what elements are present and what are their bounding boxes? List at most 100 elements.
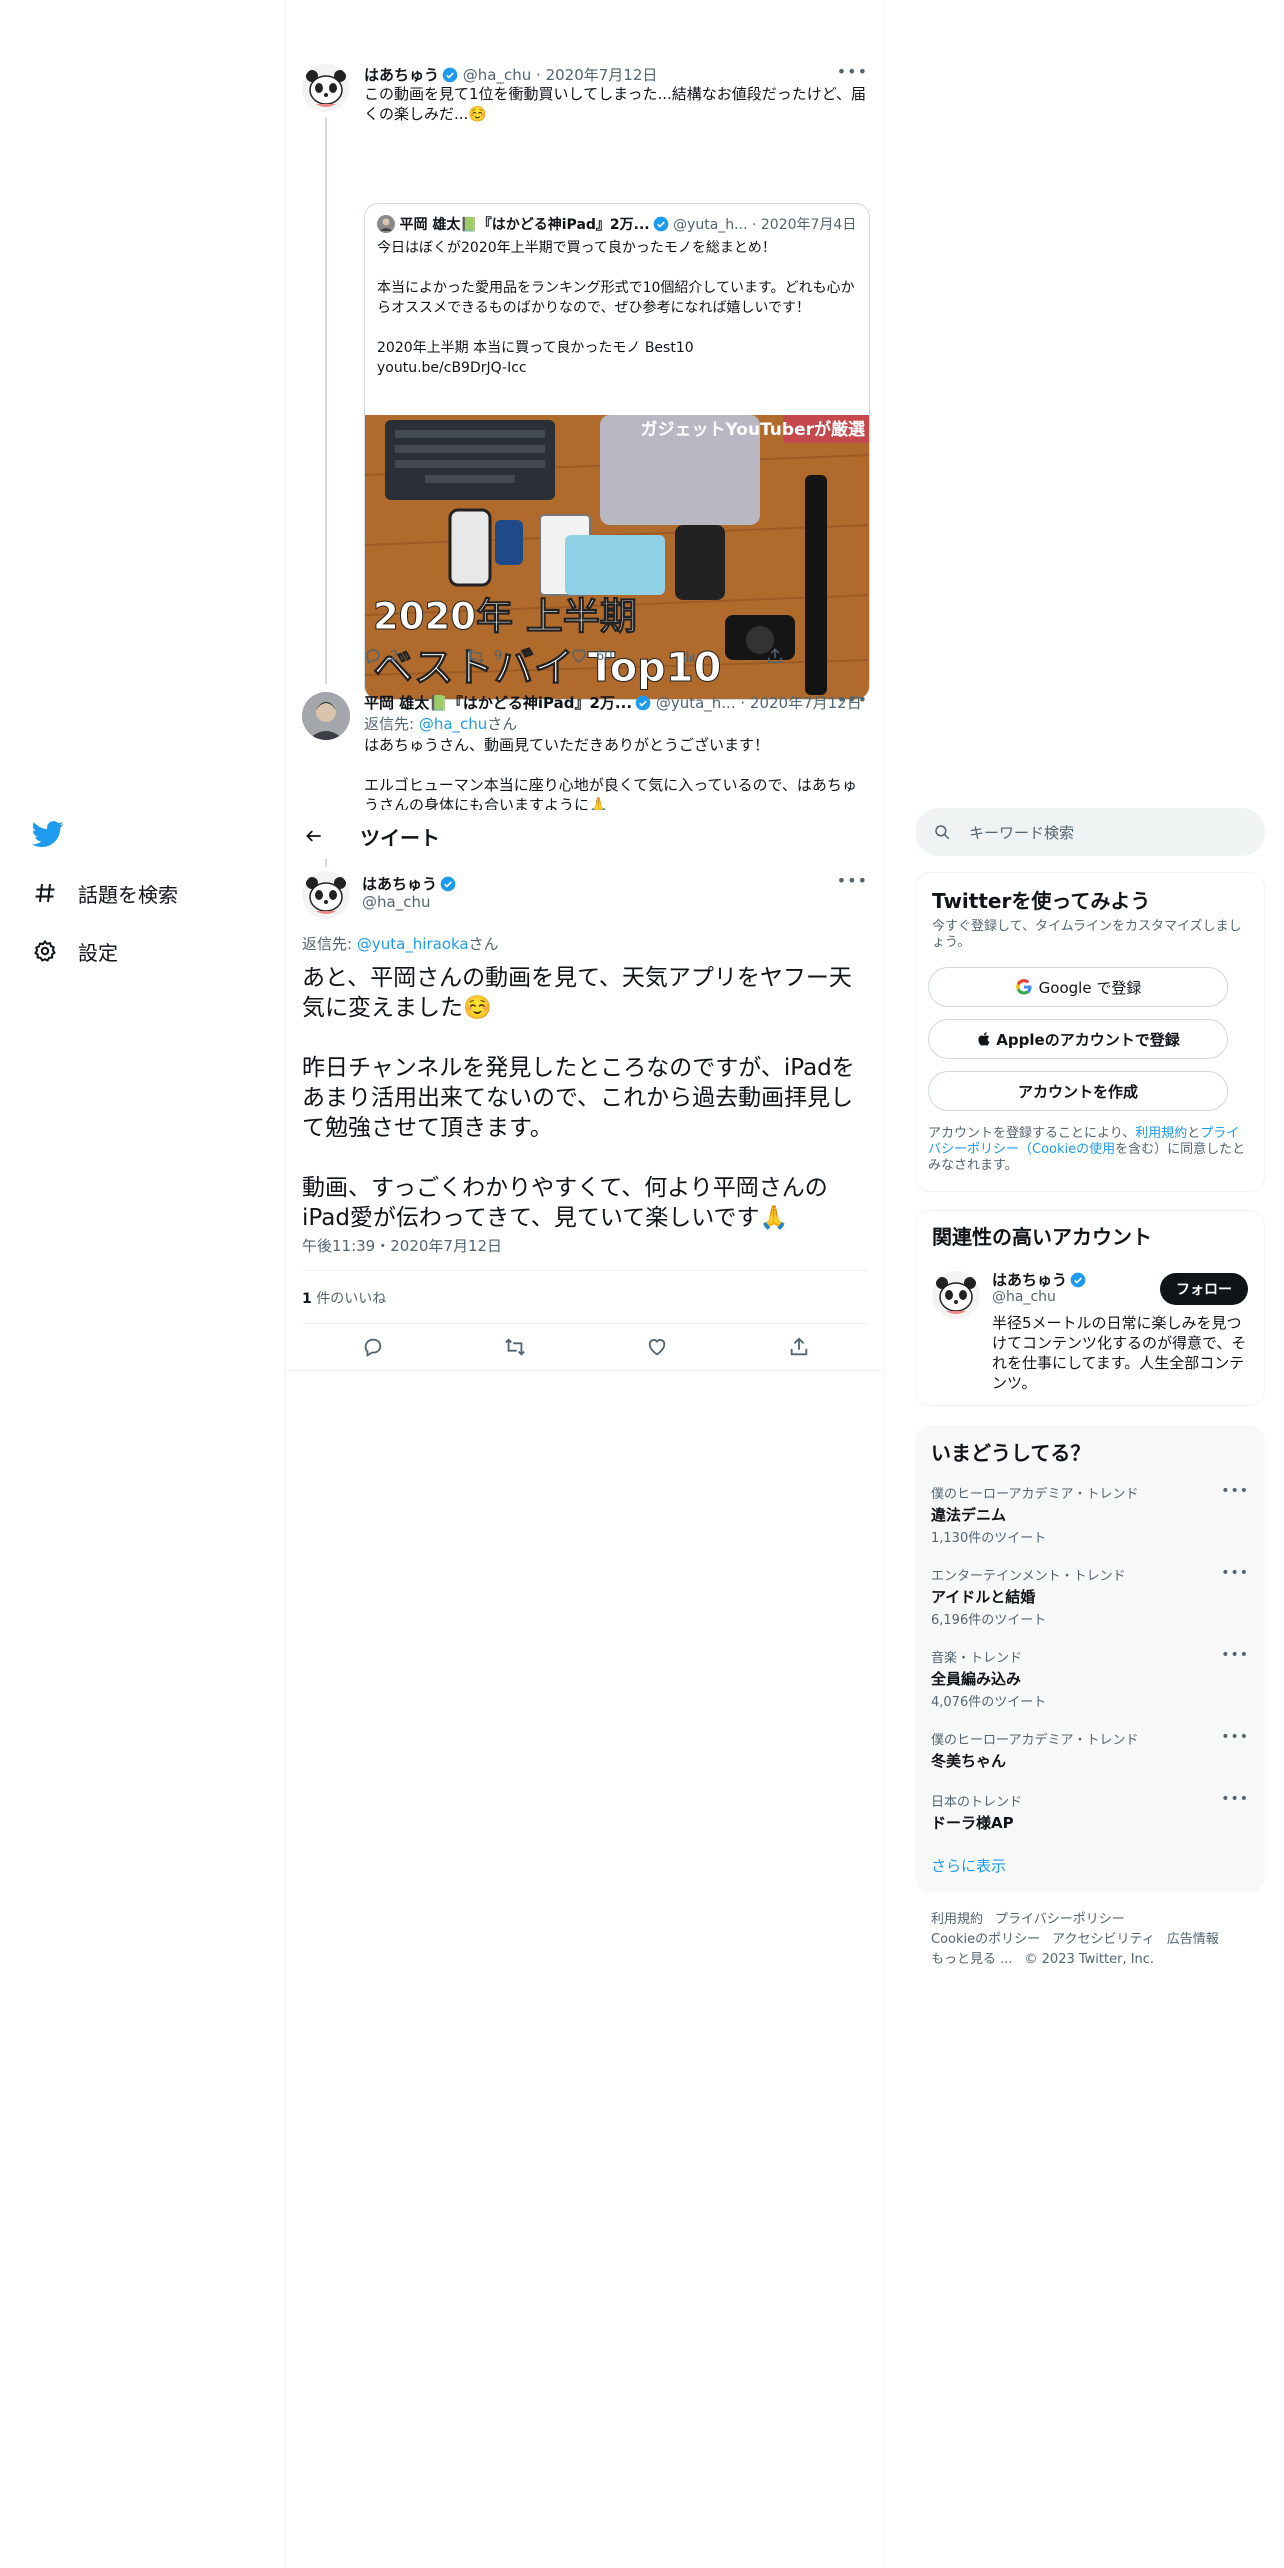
author-name[interactable]: はあちゅう xyxy=(364,66,439,84)
retweet-button[interactable] xyxy=(504,1336,526,1358)
trend-item[interactable]: 日本のトレンド ドーラ様AP ••• xyxy=(931,1791,1249,1833)
footer-link[interactable]: プライバシーポリシー xyxy=(995,1910,1125,1930)
google-icon xyxy=(1015,978,1032,995)
reply-prefix: 返信先: xyxy=(364,715,419,733)
google-signup-label: Google で登録 xyxy=(1038,978,1142,997)
trend-item[interactable]: 僕のヒーローアカデミア・トレンド 違法デニム 1,130件のツイート ••• xyxy=(931,1483,1249,1546)
heart-icon xyxy=(648,1339,666,1356)
create-account-button[interactable]: アカウントを作成 xyxy=(928,1071,1228,1111)
verified-badge-icon xyxy=(442,67,458,83)
trend-category: 僕のヒーローアカデミア・トレンド xyxy=(931,1733,1139,1748)
tweet-timestamp[interactable]: 午後11:39・2020年7月12日 xyxy=(302,1235,502,1256)
like-button[interactable]: 60 xyxy=(570,647,613,665)
reply-suffix: さん xyxy=(487,715,518,733)
reply-to-link[interactable]: @ha_chu xyxy=(419,715,487,733)
avatar[interactable] xyxy=(302,871,350,919)
footer-link[interactable]: もっと見る ... xyxy=(931,1950,1013,1970)
thread-tweet-2[interactable]: 平岡 雄太📗『はかどる神iPad』2万... @yuta_h... · 2020… xyxy=(302,690,868,810)
more-icon[interactable]: ••• xyxy=(1221,1729,1249,1745)
signup-card: Twitterを使ってみよう 今すぐ登録して、タイムラインをカスタマイズしましょ… xyxy=(915,872,1265,1192)
retweet-count: 9 xyxy=(494,648,503,664)
reply-context: 返信先: @yuta_hiraokaさん xyxy=(302,933,499,954)
trend-count: 1,130件のツイート xyxy=(931,1531,1047,1546)
share-icon xyxy=(790,1337,808,1356)
like-summary[interactable]: 1 件のいいね xyxy=(302,1288,386,1308)
author-handle[interactable]: @ha_chu xyxy=(362,893,430,911)
retweet-icon xyxy=(505,1338,525,1356)
twitter-logo-icon[interactable] xyxy=(31,818,64,850)
author-name[interactable]: 平岡 雄太📗『はかどる神iPad』2万... xyxy=(364,694,632,712)
main-column: はあちゅう @ha_chu · 2020年7月12日 ••• この動画を見て1位… xyxy=(285,0,885,2568)
thread-tweet-1[interactable]: はあちゅう @ha_chu · 2020年7月12日 ••• この動画を見て1位… xyxy=(302,62,870,700)
footer-link[interactable]: 広告情報 xyxy=(1167,1930,1219,1950)
reply-button[interactable] xyxy=(362,1336,384,1358)
reply-to-link[interactable]: @yuta_hiraoka xyxy=(357,935,469,953)
retweet-button[interactable]: 9 xyxy=(466,647,502,665)
author-name[interactable]: はあちゅう xyxy=(362,875,437,893)
more-icon[interactable]: ••• xyxy=(1221,1483,1249,1499)
reply-button[interactable]: 2 xyxy=(364,647,398,665)
footer-link[interactable]: Cookieのポリシー xyxy=(931,1930,1040,1950)
create-account-label: アカウントを作成 xyxy=(1017,1082,1138,1101)
search-icon xyxy=(935,825,950,840)
reply-prefix: 返信先: xyxy=(302,935,357,953)
like-button[interactable] xyxy=(646,1336,668,1358)
footer-link[interactable]: アクセシビリティ xyxy=(1052,1930,1155,1950)
avatar[interactable] xyxy=(302,692,350,740)
verified-badge-icon xyxy=(653,216,668,232)
tweet-header: はあちゅう @ha_chu · 2020年7月12日 xyxy=(364,66,658,84)
search-input[interactable]: キーワード検索 xyxy=(915,808,1265,856)
nav-settings[interactable]: 設定 xyxy=(32,931,118,971)
related-account-name[interactable]: はあちゅう xyxy=(992,1269,1086,1290)
sidebar-footer: 利用規約 プライバシーポリシー Cookieのポリシー アクセシビリティ 広告情報 も… xyxy=(931,1910,1251,1970)
reply-icon xyxy=(366,649,380,665)
quoted-tweet[interactable]: 平岡 雄太📗『はかどる神iPad』2万... @yuta_h... · 2020… xyxy=(364,203,870,700)
google-signup-button[interactable]: Google で登録 xyxy=(928,967,1228,1007)
verified-badge-icon xyxy=(1070,1272,1086,1288)
share-icon xyxy=(768,648,782,663)
focus-author[interactable]: はあちゅう xyxy=(362,873,456,894)
analytics-button[interactable] xyxy=(680,647,698,665)
like-total: 1 xyxy=(302,1291,312,1307)
related-title: 関連性の高いアカウント xyxy=(932,1225,1152,1249)
avatar[interactable] xyxy=(302,64,350,112)
follow-button[interactable]: フォロー xyxy=(1160,1273,1248,1305)
avatar[interactable] xyxy=(932,1271,980,1319)
more-icon[interactable]: ••• xyxy=(837,690,868,709)
share-button[interactable] xyxy=(788,1336,810,1358)
tweet-text-line1: はあちゅうさん、動画見ていただきありがとうございます！ xyxy=(364,736,770,754)
trend-item[interactable]: エンターテインメント・トレンド アイドルと結婚 6,196件のツイート ••• xyxy=(931,1565,1249,1628)
author-handle[interactable]: @yuta_h... xyxy=(656,694,736,712)
tweet-text: この動画を見て1位を衝動買いしてしまった...結構なお値段だったけど、届くの楽し… xyxy=(364,85,867,123)
trend-item[interactable]: 僕のヒーローアカデミア・トレンド 冬美ちゃん ••• xyxy=(931,1729,1249,1771)
thread-line xyxy=(325,859,327,867)
more-icon[interactable]: ••• xyxy=(1221,1647,1249,1663)
author-handle[interactable]: @ha_chu xyxy=(463,66,531,84)
related-handle[interactable]: @ha_chu xyxy=(992,1289,1056,1305)
apple-signup-button[interactable]: Appleのアカウントで登録 xyxy=(928,1019,1228,1059)
show-more-link[interactable]: さらに表示 xyxy=(931,1855,1006,1876)
more-icon[interactable]: ••• xyxy=(1221,1565,1249,1581)
retweet-icon xyxy=(467,648,485,664)
trend-name: 違法デニム xyxy=(931,1506,1007,1524)
reply-suffix: さん xyxy=(468,935,499,953)
trend-category: 日本のトレンド xyxy=(931,1795,1023,1810)
terms-link[interactable]: 利用規約 xyxy=(1135,1126,1187,1141)
nav-explore-label: 話題を検索 xyxy=(78,882,178,907)
divider xyxy=(286,1370,884,1371)
more-icon[interactable]: ••• xyxy=(1221,1791,1249,1807)
share-button[interactable] xyxy=(766,647,784,665)
nav-explore[interactable]: 話題を検索 xyxy=(32,873,178,913)
copyright: © 2023 Twitter, Inc. xyxy=(1024,1952,1155,1967)
trend-item[interactable]: 音楽・トレンド 全員編み込み 4,076件のツイート ••• xyxy=(931,1647,1249,1710)
tweet-date[interactable]: 2020年7月12日 xyxy=(546,66,658,84)
back-arrow-icon[interactable] xyxy=(302,824,326,848)
like-total-label: 件のいいね xyxy=(311,1291,387,1307)
quote-author-name: 平岡 雄太📗『はかどる神iPad』2万... xyxy=(399,217,650,233)
left-nav: 話題を検索 設定 xyxy=(0,0,285,2568)
more-icon[interactable]: ••• xyxy=(837,871,868,890)
footer-link[interactable]: 利用規約 xyxy=(931,1910,983,1930)
trend-name: アイドルと結婚 xyxy=(931,1588,1036,1606)
more-icon[interactable]: ••• xyxy=(837,62,868,81)
thumbnail-title-line1: 2020年 上半期 xyxy=(373,595,637,638)
